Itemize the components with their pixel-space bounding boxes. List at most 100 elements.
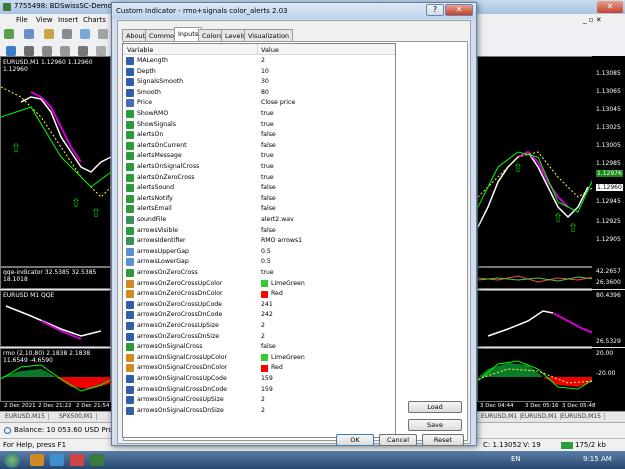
variable-value[interactable]: 242 xyxy=(261,311,273,318)
input-row[interactable]: arrowsOnZeroCrossDnCode 242 xyxy=(123,310,395,321)
qqe-subwindow-left[interactable]: qqe-indicator 32.5385 32.5385 18.1018 xyxy=(0,267,111,289)
input-row[interactable]: alertsOnCurrent false xyxy=(123,141,395,152)
cancel-button[interactable]: Cancel xyxy=(379,434,417,446)
variable-value[interactable]: false xyxy=(261,343,276,350)
variable-value[interactable]: LimeGreen xyxy=(271,280,305,287)
tab-visualization[interactable]: Visualization xyxy=(244,29,294,41)
dialog-titlebar[interactable]: Custom Indicator - rmo+signals color_ale… xyxy=(112,3,476,19)
input-row[interactable]: alertsOnSignalCross true xyxy=(123,162,395,173)
qqe-subwindow-right[interactable] xyxy=(477,267,594,289)
input-row[interactable]: Price Close price xyxy=(123,98,395,109)
variable-value[interactable]: 2 xyxy=(261,333,265,340)
terminal-icon[interactable] xyxy=(80,29,90,39)
menu-file[interactable]: File xyxy=(16,16,28,24)
symbol-tab[interactable]: SPX500,M1 xyxy=(56,413,97,420)
symbol-tab[interactable]: EURUSD,M1 xyxy=(518,413,562,420)
variable-value[interactable]: true xyxy=(261,163,274,170)
input-row[interactable]: MALength 2 xyxy=(123,56,395,67)
input-row[interactable]: ShowRMO true xyxy=(123,109,395,120)
color-swatch[interactable] xyxy=(261,354,268,362)
market-watch-icon[interactable] xyxy=(44,29,54,39)
variable-value[interactable]: false xyxy=(261,195,276,202)
variable-value[interactable]: true xyxy=(261,174,274,181)
input-row[interactable]: alertsSound false xyxy=(123,183,395,194)
menu-charts[interactable]: Charts xyxy=(83,16,106,24)
line-icon[interactable] xyxy=(42,46,52,56)
input-row[interactable]: arrowsOnSignalCrossDnSize 2 xyxy=(123,406,395,417)
start-button-icon[interactable] xyxy=(4,452,20,468)
input-row[interactable]: arrowsOnZeroCross true xyxy=(123,268,395,279)
cursor-icon[interactable] xyxy=(6,46,16,56)
input-row[interactable]: arrowsOnSignalCross false xyxy=(123,342,395,353)
close-icon[interactable]: ✕ xyxy=(445,4,473,16)
main-chart-right[interactable]: ⇧ ⇧ ⇧ xyxy=(477,56,594,267)
input-row[interactable]: arrowsVisible false xyxy=(123,226,395,237)
variable-value[interactable]: 159 xyxy=(261,386,273,393)
main-chart-left[interactable]: EURUSD,M1 1.12960 1.12960 1.12960 ⇧ ⇧ ⇧ xyxy=(0,56,112,267)
input-row[interactable]: arrowsUpperGap 0.5 xyxy=(123,247,395,258)
input-row[interactable]: arrowsLowerGap 0.5 xyxy=(123,257,395,268)
variable-value[interactable]: 2 xyxy=(261,407,265,414)
qqe2-subwindow-right[interactable] xyxy=(477,290,594,347)
crosshair-icon[interactable] xyxy=(24,46,34,56)
app-taskbar-icon[interactable] xyxy=(70,454,84,466)
variable-value[interactable]: RMO arrows1 xyxy=(261,237,302,244)
navigator-icon[interactable] xyxy=(62,29,72,39)
input-row[interactable]: arrowsOnZeroCrossUpCode 241 xyxy=(123,300,395,311)
variable-value[interactable]: false xyxy=(261,142,276,149)
column-header-value[interactable]: Value xyxy=(261,46,279,54)
language-indicator[interactable]: EN xyxy=(511,455,521,463)
text-icon[interactable] xyxy=(96,46,106,56)
symbol-tab[interactable]: EURUSD,M1 xyxy=(478,413,522,420)
reset-button[interactable]: Reset xyxy=(422,434,464,446)
input-row[interactable]: arrowsOnSignalCrossUpCode 159 xyxy=(123,374,395,385)
input-row[interactable]: arrowsOnZeroCrossUpSize 2 xyxy=(123,321,395,332)
variable-value[interactable]: 241 xyxy=(261,301,273,308)
load-button[interactable]: Load xyxy=(408,401,462,413)
variable-value[interactable]: true xyxy=(261,152,274,159)
input-row[interactable]: arrowsIdentifier RMO arrows1 xyxy=(123,236,395,247)
color-swatch[interactable] xyxy=(261,290,268,298)
variable-value[interactable]: alert2.wav xyxy=(261,216,294,223)
variable-value[interactable]: false xyxy=(261,205,276,212)
input-row[interactable]: arrowsOnZeroCrossDnSize 2 xyxy=(123,332,395,343)
variable-value[interactable]: 0.5 xyxy=(261,248,271,255)
color-swatch[interactable] xyxy=(261,364,268,372)
input-row[interactable]: alertsNotify false xyxy=(123,194,395,205)
menu-insert[interactable]: Insert xyxy=(58,16,78,24)
browser-taskbar-icon[interactable] xyxy=(50,454,64,466)
symbol-tab[interactable]: EURUSD,M15 xyxy=(2,413,49,420)
input-row[interactable]: Depth 10 xyxy=(123,67,395,78)
new-order-icon[interactable] xyxy=(4,29,14,39)
trendline-icon[interactable] xyxy=(60,46,70,56)
profiles-icon[interactable] xyxy=(24,29,34,39)
input-row[interactable]: alertsEmail false xyxy=(123,204,395,215)
input-row[interactable]: arrowsOnZeroCrossUpColor LimeGreen xyxy=(123,279,395,290)
help-icon[interactable]: ? xyxy=(426,4,444,16)
ok-button[interactable]: OK xyxy=(336,434,374,446)
taskbar-clock[interactable]: 9:15 AM xyxy=(583,455,612,463)
variable-value[interactable]: true xyxy=(261,121,274,128)
variable-value[interactable]: false xyxy=(261,184,276,191)
qqe2-subwindow-left[interactable]: EURUSD M1 QQE xyxy=(0,290,111,347)
variable-value[interactable]: Red xyxy=(271,364,283,371)
fibo-icon[interactable] xyxy=(78,46,88,56)
variable-value[interactable]: 0.5 xyxy=(261,258,271,265)
input-row[interactable]: alertsMessage true xyxy=(123,151,395,162)
variable-value[interactable]: 2 xyxy=(261,322,265,329)
explorer-taskbar-icon[interactable] xyxy=(30,454,44,466)
mt4-taskbar-icon[interactable] xyxy=(90,454,104,466)
input-row[interactable]: ShowSignals true xyxy=(123,120,395,131)
rmo-subwindow-right[interactable] xyxy=(477,348,594,402)
variable-value[interactable]: 2 xyxy=(261,57,265,64)
column-header-variable[interactable]: Variable xyxy=(127,46,153,54)
menu-view[interactable]: View xyxy=(36,16,53,24)
input-row[interactable]: Smooth 80 xyxy=(123,88,395,99)
variable-value[interactable]: Red xyxy=(271,290,283,297)
input-row[interactable]: arrowsOnZeroCrossDnColor Red xyxy=(123,289,395,300)
rmo-subwindow-left[interactable]: rmo (2,10,80) 2.1838 2.1838 11.6549 -4.6… xyxy=(0,348,112,402)
variable-value[interactable]: Close price xyxy=(261,99,295,106)
color-swatch[interactable] xyxy=(261,280,268,288)
input-row[interactable]: soundFile alert2.wav xyxy=(123,215,395,226)
input-row[interactable]: alertsOn false xyxy=(123,130,395,141)
